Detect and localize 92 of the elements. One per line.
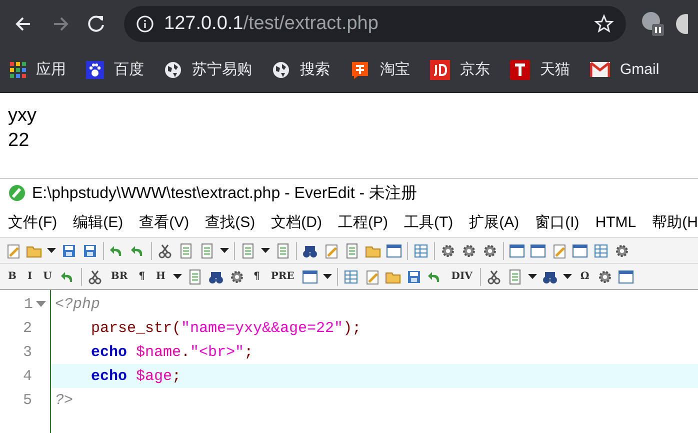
- floppy-icon[interactable]: [61, 242, 77, 258]
- mail-icon: [590, 62, 610, 77]
- window-icon[interactable]: [530, 242, 546, 258]
- scissors-icon[interactable]: [157, 242, 173, 258]
- code-line: <?php: [55, 296, 100, 312]
- floppy-icon[interactable]: [406, 268, 422, 284]
- window-title: E:\phpstudy\WWW\test\extract.php - EverEdit - 未注册: [32, 184, 417, 204]
- menu-item[interactable]: HTML: [587, 214, 644, 230]
- menu-item[interactable]: 工程(P): [330, 212, 396, 232]
- caret-icon[interactable]: [261, 248, 270, 253]
- code-line: ?>: [55, 392, 74, 408]
- bookmark[interactable]: 苏宁易购: [164, 60, 252, 79]
- globe-icon: [164, 60, 182, 78]
- apps-grid-icon: [10, 62, 26, 78]
- format-button[interactable]: ¶: [136, 271, 148, 282]
- star-icon[interactable]: [594, 14, 614, 34]
- code-line: echo $name."<br>";: [90, 344, 254, 360]
- gear-icon[interactable]: [614, 242, 630, 258]
- pencil-icon[interactable]: [364, 268, 380, 284]
- window-icon[interactable]: [572, 242, 588, 258]
- format-button[interactable]: Ω: [577, 271, 592, 282]
- output-text: 22: [8, 129, 30, 153]
- document-icon[interactable]: [199, 242, 215, 258]
- scissors-icon[interactable]: [486, 268, 502, 284]
- window-icon[interactable]: [386, 242, 402, 258]
- format-button[interactable]: U: [40, 271, 55, 282]
- menu-item[interactable]: 文件(F): [0, 212, 66, 232]
- caret-icon[interactable]: [173, 274, 182, 279]
- format-button[interactable]: DIV: [448, 271, 476, 282]
- format-button[interactable]: I: [24, 271, 36, 282]
- info-icon: [136, 14, 154, 32]
- gear-icon[interactable]: [440, 242, 456, 258]
- line-number: 4: [22, 368, 32, 384]
- address-bar[interactable]: 127.0.0.1/test/extract.php: [124, 6, 626, 42]
- window-icon[interactable]: [302, 268, 318, 284]
- url-text: 127.0.0.1/test/extract.php: [164, 12, 380, 34]
- bookmark[interactable]: 搜索: [272, 60, 330, 79]
- menu-item[interactable]: 查看(V): [131, 212, 198, 232]
- paw-icon: [86, 60, 104, 78]
- output-text: yxy: [8, 104, 38, 128]
- bookmark[interactable]: 京东: [430, 60, 490, 80]
- document-icon[interactable]: [275, 242, 291, 258]
- bookmark[interactable]: Gmail: [590, 61, 660, 78]
- caret-icon[interactable]: [323, 274, 332, 279]
- menu-item[interactable]: 窗口(I): [527, 212, 588, 232]
- line-number: 2: [22, 320, 32, 336]
- format-button[interactable]: B: [5, 271, 20, 282]
- document-icon[interactable]: [344, 242, 360, 258]
- menu-item[interactable]: 查找(S): [197, 212, 264, 232]
- floppy-icon[interactable]: [82, 242, 98, 258]
- code-line: parse_str("name=yxy&&age=22");: [90, 320, 362, 336]
- format-button[interactable]: H: [153, 271, 168, 282]
- menu-item[interactable]: 工具(T): [396, 212, 462, 232]
- gear-icon[interactable]: [229, 268, 246, 284]
- pencil-icon[interactable]: [323, 242, 339, 258]
- document-icon[interactable]: [187, 268, 204, 284]
- caret-icon[interactable]: [47, 248, 56, 253]
- app-icon: [8, 184, 26, 202]
- window-icon[interactable]: [509, 242, 525, 258]
- menu-item[interactable]: 编辑(E): [65, 212, 132, 232]
- table-icon[interactable]: [343, 268, 360, 284]
- bookmark[interactable]: 淘宝: [350, 60, 410, 80]
- gear-icon[interactable]: [461, 242, 477, 258]
- gear-icon[interactable]: [597, 268, 614, 284]
- bookmark[interactable]: 百度: [86, 60, 144, 79]
- pencil-icon[interactable]: [5, 242, 21, 258]
- line-number: 3: [22, 344, 32, 360]
- window-icon[interactable]: [618, 268, 634, 284]
- caret-icon[interactable]: [528, 274, 538, 279]
- table-icon[interactable]: [593, 242, 609, 258]
- scissors-icon[interactable]: [86, 268, 103, 284]
- fold-icon[interactable]: [36, 301, 46, 307]
- caret-icon[interactable]: [220, 248, 229, 253]
- format-button[interactable]: PRE: [268, 271, 298, 282]
- code-line: echo $age;: [90, 368, 182, 384]
- menu-item[interactable]: 文档(D): [263, 212, 330, 232]
- document-icon[interactable]: [507, 268, 524, 284]
- globe-icon: [272, 60, 290, 78]
- bookmark[interactable]: 应用: [10, 60, 66, 79]
- menu-item[interactable]: 扩展(A): [461, 212, 528, 232]
- caret-icon[interactable]: [563, 274, 572, 279]
- line-number: 5: [22, 392, 32, 408]
- document-icon[interactable]: [240, 242, 256, 258]
- bookmark[interactable]: 天猫: [510, 60, 570, 80]
- gear-icon[interactable]: [482, 242, 498, 258]
- format-button[interactable]: ¶: [250, 271, 263, 282]
- line-number: 1: [24, 296, 33, 312]
- format-button[interactable]: BR: [108, 271, 131, 282]
- pencil-icon[interactable]: [551, 242, 567, 258]
- document-icon[interactable]: [178, 242, 194, 258]
- table-icon[interactable]: [413, 242, 429, 258]
- menu-item[interactable]: 帮助(H: [644, 212, 698, 232]
